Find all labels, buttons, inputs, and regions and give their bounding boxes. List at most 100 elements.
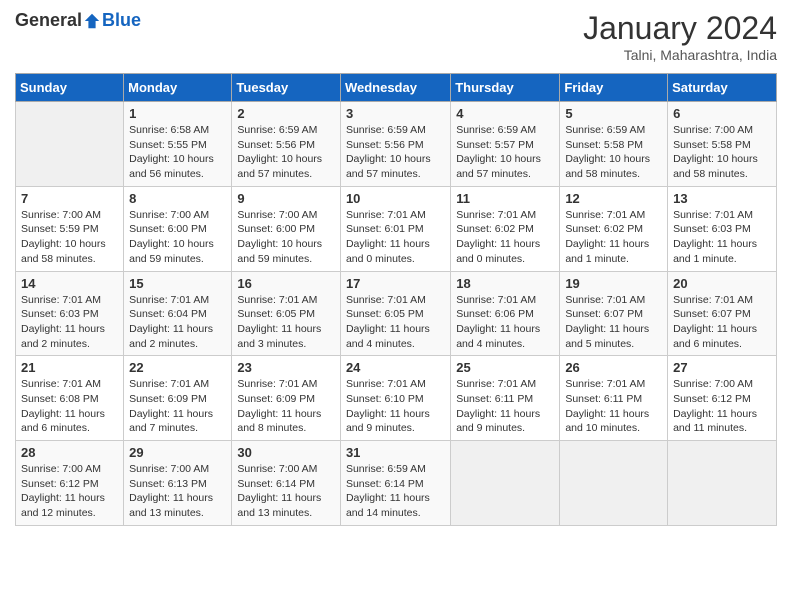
- day-number: 4: [456, 106, 554, 121]
- day-info: Sunrise: 7:01 AMSunset: 6:11 PMDaylight:…: [565, 377, 662, 436]
- day-number: 11: [456, 191, 554, 206]
- day-cell: 12 Sunrise: 7:01 AMSunset: 6:02 PMDayligh…: [560, 186, 668, 271]
- day-info: Sunrise: 7:01 AMSunset: 6:06 PMDaylight:…: [456, 293, 554, 352]
- day-cell: [16, 102, 124, 187]
- week-row-5: 28 Sunrise: 7:00 AMSunset: 6:12 PMDayligh…: [16, 441, 777, 526]
- day-header-sunday: Sunday: [16, 74, 124, 102]
- day-info: Sunrise: 7:01 AMSunset: 6:09 PMDaylight:…: [129, 377, 226, 436]
- day-cell: 9 Sunrise: 7:00 AMSunset: 6:00 PMDaylight…: [232, 186, 341, 271]
- day-info: Sunrise: 7:01 AMSunset: 6:05 PMDaylight:…: [237, 293, 335, 352]
- day-cell: 14Sunrise: 7:01 AMSunset: 6:03 PMDayligh…: [16, 271, 124, 356]
- day-cell: 1 Sunrise: 6:58 AMSunset: 5:55 PMDaylight…: [124, 102, 232, 187]
- day-info: Sunrise: 7:00 AMSunset: 6:12 PMDaylight:…: [21, 462, 118, 521]
- day-cell: 17 Sunrise: 7:01 AMSunset: 6:05 PMDayligh…: [340, 271, 450, 356]
- page-header: General Blue January 2024 Talni, Maharas…: [15, 10, 777, 63]
- day-info: Sunrise: 7:01 AMSunset: 6:03 PMDaylight:…: [21, 293, 118, 352]
- day-cell: 21 Sunrise: 7:01 AMSunset: 6:08 PMDayligh…: [16, 356, 124, 441]
- day-number: 16: [237, 276, 335, 291]
- day-info: Sunrise: 7:01 AMSunset: 6:02 PMDaylight:…: [456, 208, 554, 267]
- day-info: Sunrise: 7:00 AMSunset: 6:00 PMDaylight:…: [237, 208, 335, 267]
- day-info: Sunrise: 7:00 AMSunset: 5:59 PMDaylight:…: [21, 208, 118, 267]
- day-cell: 3Sunrise: 6:59 AMSunset: 5:56 PMDaylight…: [340, 102, 450, 187]
- title-block: January 2024 Talni, Maharashtra, India: [583, 10, 777, 63]
- day-number: 8: [129, 191, 226, 206]
- day-cell: 4 Sunrise: 6:59 AMSunset: 5:57 PMDaylight…: [451, 102, 560, 187]
- day-cell: 7 Sunrise: 7:00 AMSunset: 5:59 PMDaylight…: [16, 186, 124, 271]
- day-number: 28: [21, 445, 118, 460]
- day-number: 19: [565, 276, 662, 291]
- day-cell: [451, 441, 560, 526]
- day-header-saturday: Saturday: [668, 74, 777, 102]
- day-number: 13: [673, 191, 771, 206]
- day-info: Sunrise: 7:01 AMSunset: 6:11 PMDaylight:…: [456, 377, 554, 436]
- day-info: Sunrise: 7:00 AMSunset: 6:14 PMDaylight:…: [237, 462, 335, 521]
- day-number: 10: [346, 191, 445, 206]
- logo: General Blue: [15, 10, 141, 31]
- day-info: Sunrise: 6:59 AMSunset: 5:57 PMDaylight:…: [456, 123, 554, 182]
- day-number: 15: [129, 276, 226, 291]
- day-cell: [668, 441, 777, 526]
- day-number: 18: [456, 276, 554, 291]
- day-cell: 24 Sunrise: 7:01 AMSunset: 6:10 PMDayligh…: [340, 356, 450, 441]
- week-row-3: 14Sunrise: 7:01 AMSunset: 6:03 PMDayligh…: [16, 271, 777, 356]
- day-info: Sunrise: 7:01 AMSunset: 6:03 PMDaylight:…: [673, 208, 771, 267]
- day-number: 17: [346, 276, 445, 291]
- calendar-table: SundayMondayTuesdayWednesdayThursdayFrid…: [15, 73, 777, 526]
- day-cell: 20 Sunrise: 7:01 AMSunset: 6:07 PMDayligh…: [668, 271, 777, 356]
- day-number: 1: [129, 106, 226, 121]
- day-cell: 13 Sunrise: 7:01 AMSunset: 6:03 PMDayligh…: [668, 186, 777, 271]
- day-cell: 11 Sunrise: 7:01 AMSunset: 6:02 PMDayligh…: [451, 186, 560, 271]
- day-cell: 25 Sunrise: 7:01 AMSunset: 6:11 PMDayligh…: [451, 356, 560, 441]
- day-number: 23: [237, 360, 335, 375]
- week-row-1: 1 Sunrise: 6:58 AMSunset: 5:55 PMDaylight…: [16, 102, 777, 187]
- day-number: 3: [346, 106, 445, 121]
- day-cell: 26 Sunrise: 7:01 AMSunset: 6:11 PMDayligh…: [560, 356, 668, 441]
- day-cell: 2Sunrise: 6:59 AMSunset: 5:56 PMDaylight…: [232, 102, 341, 187]
- day-number: 20: [673, 276, 771, 291]
- day-number: 9: [237, 191, 335, 206]
- week-row-4: 21 Sunrise: 7:01 AMSunset: 6:08 PMDayligh…: [16, 356, 777, 441]
- day-header-tuesday: Tuesday: [232, 74, 341, 102]
- day-number: 24: [346, 360, 445, 375]
- day-cell: 28 Sunrise: 7:00 AMSunset: 6:12 PMDayligh…: [16, 441, 124, 526]
- day-number: 25: [456, 360, 554, 375]
- day-header-monday: Monday: [124, 74, 232, 102]
- day-number: 31: [346, 445, 445, 460]
- day-number: 21: [21, 360, 118, 375]
- day-cell: 8 Sunrise: 7:00 AMSunset: 6:00 PMDaylight…: [124, 186, 232, 271]
- day-number: 26: [565, 360, 662, 375]
- day-cell: 10Sunrise: 7:01 AMSunset: 6:01 PMDayligh…: [340, 186, 450, 271]
- day-cell: 23Sunrise: 7:01 AMSunset: 6:09 PMDayligh…: [232, 356, 341, 441]
- day-cell: [560, 441, 668, 526]
- day-info: Sunrise: 7:01 AMSunset: 6:05 PMDaylight:…: [346, 293, 445, 352]
- day-info: Sunrise: 6:58 AMSunset: 5:55 PMDaylight:…: [129, 123, 226, 182]
- day-cell: 30 Sunrise: 7:00 AMSunset: 6:14 PMDayligh…: [232, 441, 341, 526]
- day-info: Sunrise: 7:01 AMSunset: 6:02 PMDaylight:…: [565, 208, 662, 267]
- day-cell: 29 Sunrise: 7:00 AMSunset: 6:13 PMDayligh…: [124, 441, 232, 526]
- day-info: Sunrise: 7:00 AMSunset: 6:12 PMDaylight:…: [673, 377, 771, 436]
- day-cell: 15Sunrise: 7:01 AMSunset: 6:04 PMDayligh…: [124, 271, 232, 356]
- day-number: 27: [673, 360, 771, 375]
- day-cell: 31 Sunrise: 6:59 AMSunset: 6:14 PMDayligh…: [340, 441, 450, 526]
- day-info: Sunrise: 7:01 AMSunset: 6:08 PMDaylight:…: [21, 377, 118, 436]
- day-cell: 18 Sunrise: 7:01 AMSunset: 6:06 PMDayligh…: [451, 271, 560, 356]
- day-number: 29: [129, 445, 226, 460]
- day-info: Sunrise: 6:59 AMSunset: 5:58 PMDaylight:…: [565, 123, 662, 182]
- day-cell: 27 Sunrise: 7:00 AMSunset: 6:12 PMDayligh…: [668, 356, 777, 441]
- location-text: Talni, Maharashtra, India: [583, 47, 777, 63]
- day-info: Sunrise: 7:01 AMSunset: 6:10 PMDaylight:…: [346, 377, 445, 436]
- week-row-2: 7 Sunrise: 7:00 AMSunset: 5:59 PMDaylight…: [16, 186, 777, 271]
- day-header-thursday: Thursday: [451, 74, 560, 102]
- logo-blue-text: Blue: [102, 10, 141, 31]
- day-number: 30: [237, 445, 335, 460]
- day-info: Sunrise: 7:01 AMSunset: 6:07 PMDaylight:…: [673, 293, 771, 352]
- day-header-friday: Friday: [560, 74, 668, 102]
- day-info: Sunrise: 7:00 AMSunset: 6:13 PMDaylight:…: [129, 462, 226, 521]
- day-info: Sunrise: 7:00 AMSunset: 6:00 PMDaylight:…: [129, 208, 226, 267]
- day-number: 2: [237, 106, 335, 121]
- day-number: 22: [129, 360, 226, 375]
- day-number: 7: [21, 191, 118, 206]
- day-info: Sunrise: 7:00 AMSunset: 5:58 PMDaylight:…: [673, 123, 771, 182]
- day-number: 12: [565, 191, 662, 206]
- day-info: Sunrise: 6:59 AMSunset: 6:14 PMDaylight:…: [346, 462, 445, 521]
